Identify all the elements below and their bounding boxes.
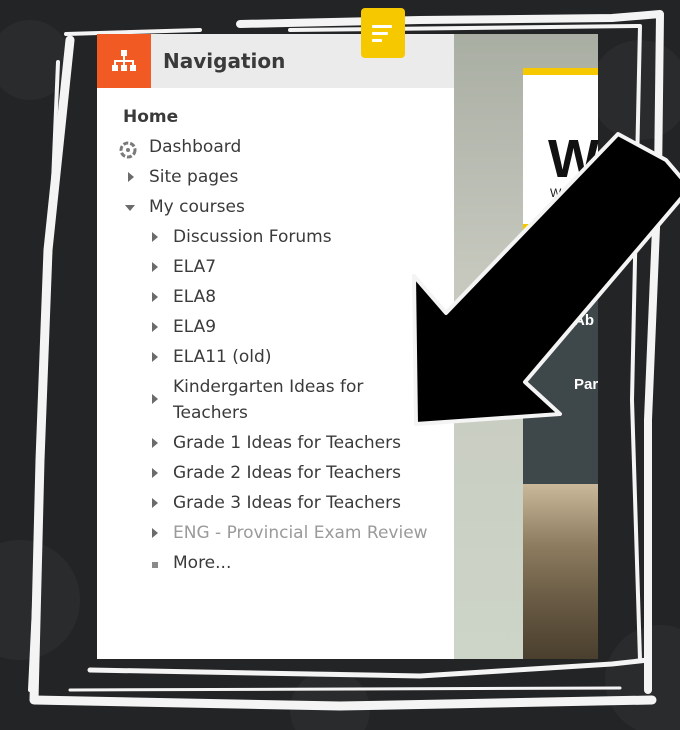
pointer-arrow [412,132,680,426]
